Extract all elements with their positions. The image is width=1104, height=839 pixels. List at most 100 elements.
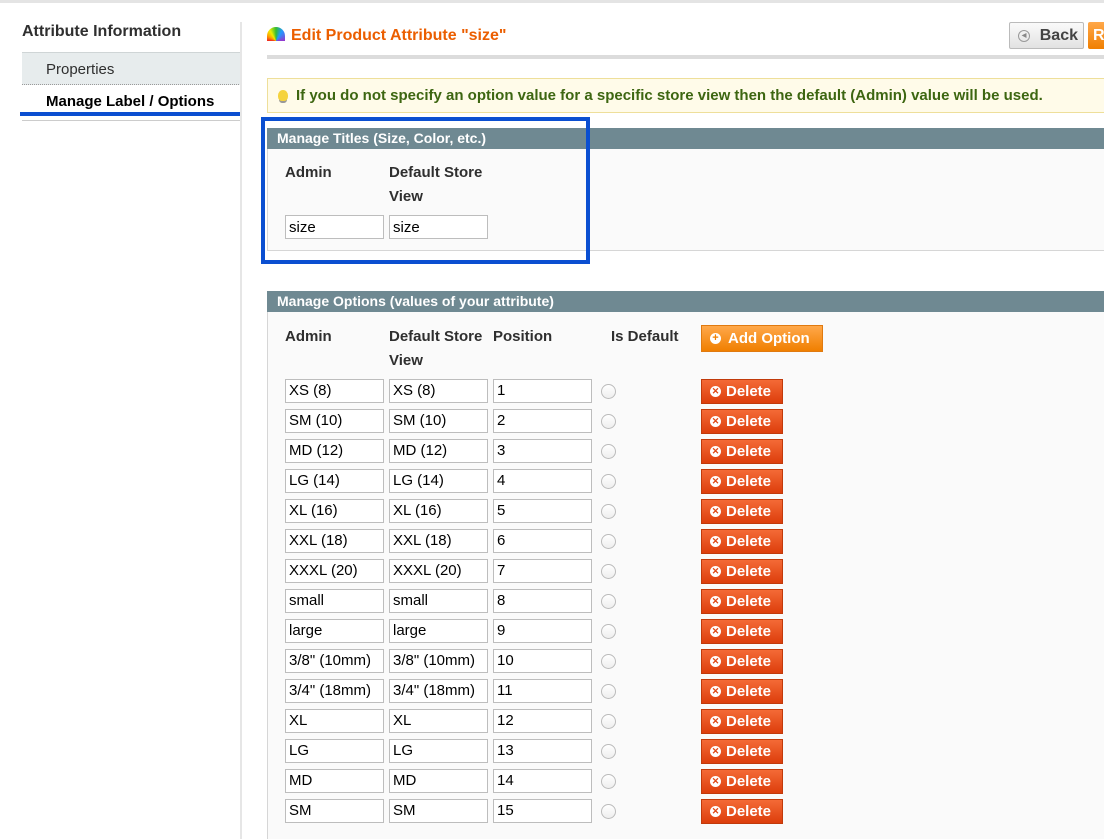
option-store-input[interactable]: XL (16) [389, 499, 488, 523]
option-admin-input[interactable]: SM [285, 799, 384, 823]
option-admin-input[interactable]: XL (16) [285, 499, 384, 523]
delete-option-button[interactable]: ✕ Delete [701, 739, 783, 764]
option-position-input[interactable]: 15 [493, 799, 592, 823]
is-default-radio[interactable] [601, 564, 616, 579]
delete-x-icon: ✕ [710, 566, 721, 577]
is-default-radio[interactable] [601, 504, 616, 519]
option-store-input[interactable]: MD (12) [389, 439, 488, 463]
sidebar-item-properties[interactable]: Properties [22, 52, 241, 85]
option-position-input[interactable]: 9 [493, 619, 592, 643]
option-position-input[interactable]: 5 [493, 499, 592, 523]
option-store-input[interactable]: SM (10) [389, 409, 488, 433]
delete-x-icon: ✕ [710, 716, 721, 727]
delete-option-button[interactable]: ✕ Delete [701, 619, 783, 644]
lightbulb-icon [278, 90, 288, 101]
option-position-input[interactable]: 4 [493, 469, 592, 493]
option-store-input[interactable]: SM [389, 799, 488, 823]
option-store-input[interactable]: LG (14) [389, 469, 488, 493]
option-position-input[interactable]: 13 [493, 739, 592, 763]
is-default-radio[interactable] [601, 804, 616, 819]
option-store-input[interactable]: XXL (18) [389, 529, 488, 553]
delete-label: Delete [726, 533, 772, 550]
option-position-input[interactable]: 8 [493, 589, 592, 613]
delete-option-button[interactable]: ✕ Delete [701, 499, 783, 524]
option-position-input[interactable]: 7 [493, 559, 592, 583]
delete-option-button[interactable]: ✕ Delete [701, 709, 783, 734]
option-position-input[interactable]: 12 [493, 709, 592, 733]
option-position-input[interactable]: 11 [493, 679, 592, 703]
is-default-radio[interactable] [601, 444, 616, 459]
option-store-input[interactable]: 3/4" (18mm) [389, 679, 488, 703]
rainbow-icon [267, 27, 285, 41]
delete-label: Delete [726, 503, 772, 520]
option-admin-input[interactable]: small [285, 589, 384, 613]
option-admin-input[interactable]: XL [285, 709, 384, 733]
delete-label: Delete [726, 473, 772, 490]
delete-x-icon: ✕ [710, 416, 721, 427]
delete-option-button[interactable]: ✕ Delete [701, 679, 783, 704]
option-store-input[interactable]: small [389, 589, 488, 613]
delete-option-button[interactable]: ✕ Delete [701, 799, 783, 824]
delete-option-button[interactable]: ✕ Delete [701, 469, 783, 494]
option-store-input[interactable]: XXXL (20) [389, 559, 488, 583]
delete-x-icon: ✕ [710, 806, 721, 817]
back-button[interactable]: ◀ Back [1009, 22, 1084, 49]
delete-label: Delete [726, 413, 772, 430]
option-admin-input[interactable]: LG [285, 739, 384, 763]
option-store-input[interactable]: LG [389, 739, 488, 763]
is-default-radio[interactable] [601, 714, 616, 729]
is-default-radio[interactable] [601, 534, 616, 549]
option-store-input[interactable]: large [389, 619, 488, 643]
is-default-radio[interactable] [601, 654, 616, 669]
is-default-radio[interactable] [601, 384, 616, 399]
option-admin-input[interactable]: large [285, 619, 384, 643]
option-store-input[interactable]: MD [389, 769, 488, 793]
add-option-button[interactable]: + Add Option [701, 325, 823, 352]
option-store-input[interactable]: XL [389, 709, 488, 733]
delete-label: Delete [726, 623, 772, 640]
is-default-radio[interactable] [601, 774, 616, 789]
option-position-input[interactable]: 14 [493, 769, 592, 793]
delete-option-button[interactable]: ✕ Delete [701, 559, 783, 584]
is-default-radio[interactable] [601, 624, 616, 639]
is-default-radio[interactable] [601, 684, 616, 699]
option-position-input[interactable]: 1 [493, 379, 592, 403]
delete-option-button[interactable]: ✕ Delete [701, 379, 783, 404]
option-admin-input[interactable]: 3/8" (10mm) [285, 649, 384, 673]
option-admin-input[interactable]: LG (14) [285, 469, 384, 493]
is-default-radio[interactable] [601, 594, 616, 609]
option-position-input[interactable]: 3 [493, 439, 592, 463]
delete-option-button[interactable]: ✕ Delete [701, 649, 783, 674]
option-admin-input[interactable]: SM (10) [285, 409, 384, 433]
option-admin-input[interactable]: XXXL (20) [285, 559, 384, 583]
delete-label: Delete [726, 773, 772, 790]
is-default-radio[interactable] [601, 414, 616, 429]
delete-label: Delete [726, 653, 772, 670]
is-default-radio[interactable] [601, 744, 616, 759]
option-admin-input[interactable]: XS (8) [285, 379, 384, 403]
option-store-input[interactable]: 3/8" (10mm) [389, 649, 488, 673]
is-default-radio[interactable] [601, 474, 616, 489]
option-admin-input[interactable]: XXL (18) [285, 529, 384, 553]
option-admin-input[interactable]: 3/4" (18mm) [285, 679, 384, 703]
delete-option-button[interactable]: ✕ Delete [701, 409, 783, 434]
sidebar-item-manage-label-options[interactable]: Manage Label / Options [22, 86, 241, 114]
reset-button[interactable]: R [1088, 22, 1104, 49]
delete-x-icon: ✕ [710, 746, 721, 757]
delete-option-button[interactable]: ✕ Delete [701, 769, 783, 794]
option-position-input[interactable]: 2 [493, 409, 592, 433]
delete-option-button[interactable]: ✕ Delete [701, 589, 783, 614]
option-admin-input[interactable]: MD [285, 769, 384, 793]
notice-message: If you do not specify an option value fo… [267, 78, 1104, 113]
option-position-input[interactable]: 6 [493, 529, 592, 553]
delete-option-button[interactable]: ✕ Delete [701, 529, 783, 554]
top-border [0, 0, 1104, 3]
option-admin-input[interactable]: MD (12) [285, 439, 384, 463]
delete-option-button[interactable]: ✕ Delete [701, 439, 783, 464]
option-position-input[interactable]: 10 [493, 649, 592, 673]
col-is-default: Is Default [611, 328, 679, 345]
delete-x-icon: ✕ [710, 776, 721, 787]
back-label: Back [1039, 27, 1078, 44]
option-store-input[interactable]: XS (8) [389, 379, 488, 403]
highlight-box [261, 117, 590, 264]
